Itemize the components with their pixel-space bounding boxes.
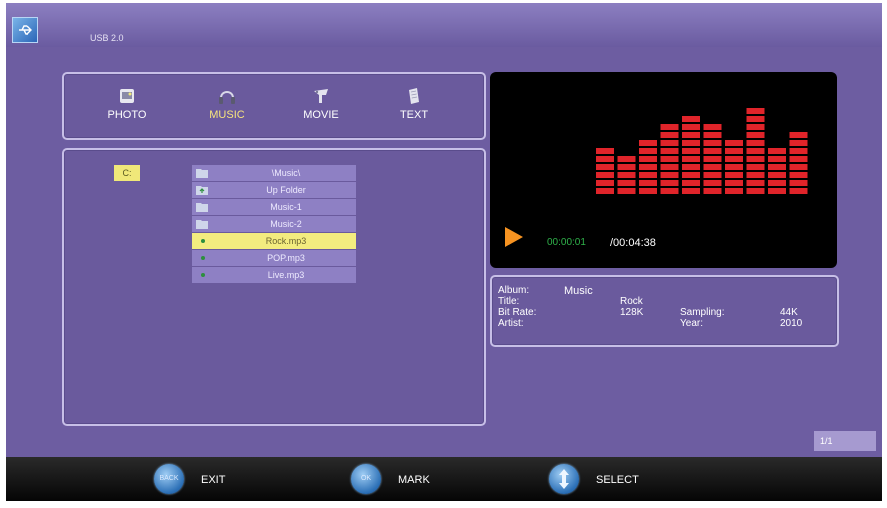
equalizer-bar xyxy=(725,140,743,194)
album-label: Album: xyxy=(498,285,530,296)
play-icon[interactable] xyxy=(505,227,523,247)
equalizer-bar xyxy=(639,140,657,194)
file-info-panel: Album: Music Title: Rock Bit Rate: 128K … xyxy=(490,275,839,347)
list-item[interactable]: Live.mp3 xyxy=(192,267,356,284)
list-item[interactable]: POP.mp3 xyxy=(192,250,356,267)
category-tabs: PHOTO MUSIC MOVIE TEXT xyxy=(62,72,486,140)
audio-file-icon xyxy=(201,273,205,277)
usb-icon xyxy=(12,17,38,43)
equalizer-bar xyxy=(746,108,765,194)
bitrate-label: Bit Rate: xyxy=(498,307,537,318)
up-down-arrows-icon xyxy=(559,469,569,489)
year-label: Year: xyxy=(680,318,703,329)
list-item[interactable]: \Music\ xyxy=(192,165,356,182)
tab-text[interactable]: TEXT xyxy=(379,86,449,121)
equalizer-bar xyxy=(682,116,700,194)
equalizer-bar xyxy=(789,132,808,194)
audio-file-icon xyxy=(201,239,205,243)
sampling-value: 44K xyxy=(780,307,798,318)
sampling-label: Sampling: xyxy=(680,307,725,318)
folder-icon xyxy=(196,220,208,229)
select-label: SELECT xyxy=(596,474,639,486)
title-label: Title: xyxy=(498,296,520,307)
top-bar: USB 2.0 xyxy=(6,3,882,47)
year-value: 2010 xyxy=(780,318,803,329)
exit-label: EXIT xyxy=(201,474,226,486)
elapsed-time: 00:00:01 xyxy=(547,237,586,248)
audio-file-icon xyxy=(201,256,205,260)
file-browser: C: \Music\ Up Folder Music-1 Music-2 Roc… xyxy=(62,148,486,426)
tab-movie[interactable]: MOVIE xyxy=(286,86,356,121)
title-value: Rock xyxy=(620,296,643,307)
page-indicator: 1/1 xyxy=(814,431,876,451)
drive-label[interactable]: C: xyxy=(114,165,140,181)
bottom-bar: BACK EXIT OK MARK SELECT xyxy=(6,457,882,501)
equalizer-bar xyxy=(660,124,679,194)
equalizer-bar xyxy=(768,148,786,194)
equalizer-bar xyxy=(617,156,636,194)
equalizer-bar xyxy=(596,148,614,194)
list-item[interactable]: Up Folder xyxy=(192,182,356,199)
list-item[interactable]: Music-2 xyxy=(192,216,356,233)
artist-label: Artist: xyxy=(498,318,524,329)
back-button[interactable]: BACK xyxy=(154,464,184,494)
text-icon xyxy=(409,88,419,104)
folder-icon xyxy=(196,203,208,212)
up-folder-icon xyxy=(196,186,208,195)
tab-music[interactable]: MUSIC xyxy=(192,86,262,121)
media-player-screen: USB 2.0 PHOTO MUSIC MOVIE TEXT C: \Music… xyxy=(6,3,882,457)
movie-icon xyxy=(314,89,328,103)
tab-photo[interactable]: PHOTO xyxy=(92,86,162,121)
list-item-selected[interactable]: Rock.mp3 xyxy=(192,233,356,250)
mark-label: MARK xyxy=(398,474,430,486)
bitrate-value: 128K xyxy=(620,307,644,318)
list-item[interactable]: Music-1 xyxy=(192,199,356,216)
source-label: USB 2.0 xyxy=(90,33,124,43)
music-icon xyxy=(219,91,235,104)
folder-icon xyxy=(196,169,208,178)
equalizer-bar xyxy=(703,124,722,194)
photo-icon xyxy=(120,89,134,103)
album-value: Music xyxy=(564,285,593,297)
select-button[interactable] xyxy=(549,464,579,494)
music-preview: 00:00:01 /00:04:38 xyxy=(490,72,837,268)
equalizer-visualizer xyxy=(596,108,808,194)
ok-button[interactable]: OK xyxy=(351,464,381,494)
total-time: /00:04:38 xyxy=(610,237,656,249)
